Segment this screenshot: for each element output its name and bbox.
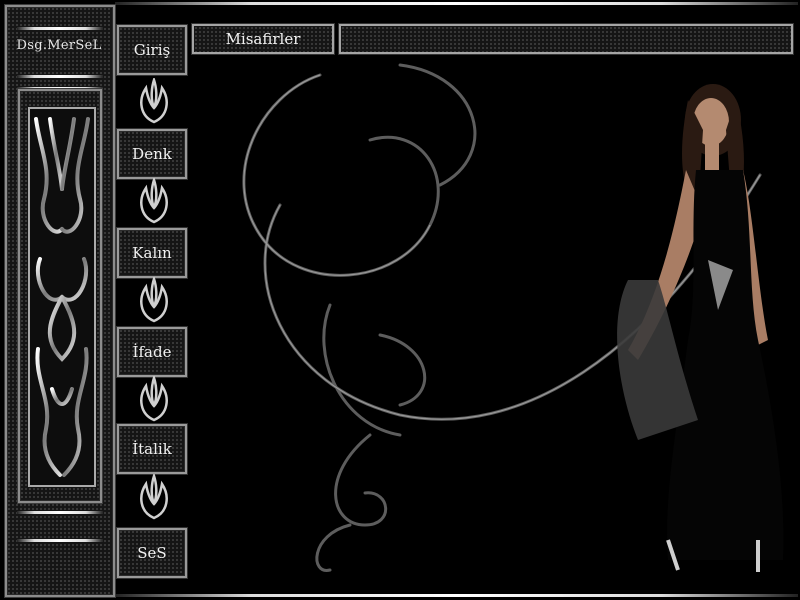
nav-label: İtalik bbox=[132, 440, 172, 458]
silver-flower-icon bbox=[140, 277, 168, 323]
status-bar bbox=[339, 24, 793, 54]
silver-flower-icon bbox=[140, 78, 168, 124]
nav-button-denk[interactable]: Denk bbox=[117, 129, 187, 179]
left-panel-bar-2 bbox=[17, 75, 103, 78]
ornament-box bbox=[18, 89, 102, 503]
nav-label: Denk bbox=[132, 145, 172, 163]
model-figure-image bbox=[617, 84, 784, 572]
silver-flower-icon bbox=[140, 474, 168, 520]
ornament-frame bbox=[28, 107, 96, 487]
left-panel-top-bar bbox=[17, 27, 103, 30]
guests-button[interactable]: Misafirler bbox=[192, 24, 334, 54]
nav-label: Kalın bbox=[132, 244, 172, 262]
nav-label: SeS bbox=[137, 544, 167, 562]
nav-label: Giriş bbox=[133, 41, 171, 59]
tribal-ornament-icon bbox=[34, 117, 90, 477]
nav-button-ifade[interactable]: İfade bbox=[117, 327, 187, 377]
bottom-edge bbox=[115, 594, 798, 597]
nav-label: İfade bbox=[132, 343, 172, 361]
silver-flower-icon bbox=[140, 178, 168, 224]
nav-button-ses[interactable]: SeS bbox=[117, 528, 187, 578]
nav-button-italik[interactable]: İtalik bbox=[117, 424, 187, 474]
top-edge bbox=[115, 2, 798, 5]
nav-button-kalin[interactable]: Kalın bbox=[117, 228, 187, 278]
nav-button-giris[interactable]: Giriş bbox=[117, 25, 187, 75]
left-panel-bar-5 bbox=[17, 539, 103, 542]
brand-title: Dsg.MerSeL bbox=[16, 38, 102, 53]
guests-label: Misafirler bbox=[225, 30, 301, 48]
silver-flower-icon bbox=[140, 376, 168, 422]
left-panel-bar-4 bbox=[17, 511, 103, 514]
